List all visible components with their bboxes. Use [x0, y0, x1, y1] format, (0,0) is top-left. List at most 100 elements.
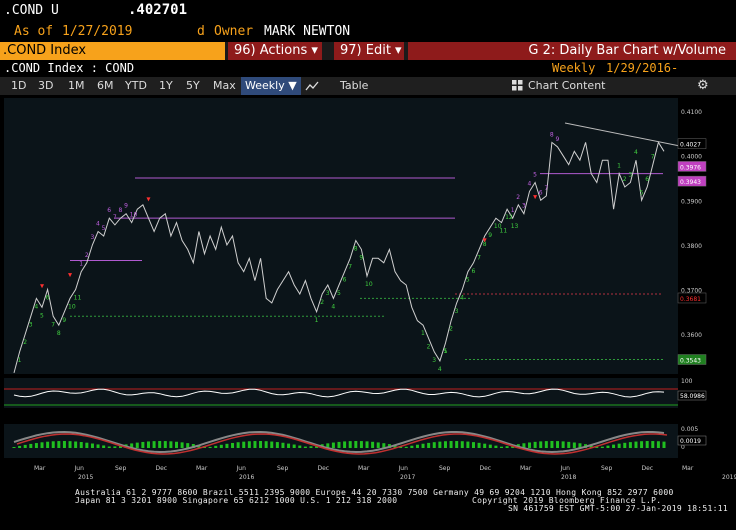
periodicity-label: Weekly: [552, 61, 596, 75]
osc2-bar: [303, 446, 307, 448]
range-6m-button[interactable]: 6M: [97, 77, 114, 95]
seq-count: 3: [326, 290, 330, 297]
x-year-label: 2015: [78, 474, 93, 481]
as-of-date[interactable]: 1/27/2019: [62, 24, 132, 39]
chart-content-button[interactable]: Chart Content: [528, 77, 605, 95]
x-tick-label: Dec: [156, 465, 168, 472]
seq-count: 12: [505, 214, 513, 221]
osc2-bar: [466, 441, 470, 448]
osc2-bar: [561, 441, 565, 448]
price-label: 0.3543: [680, 358, 701, 365]
seq-count: 10: [68, 303, 76, 310]
osc2-bar: [443, 441, 447, 448]
x-tick-label: Jun: [74, 465, 85, 472]
security-label: .COND Index : COND: [4, 61, 135, 75]
osc2-bar: [359, 441, 363, 448]
range-3d-button[interactable]: 3D: [38, 77, 53, 95]
seq-count: 3: [29, 321, 33, 328]
osc2-bar: [79, 442, 83, 448]
x-tick-label: Mar: [34, 465, 46, 472]
osc2-value: 0.0019: [680, 438, 701, 445]
osc2-bar: [152, 441, 156, 448]
seq-count: 2: [85, 252, 89, 259]
seq-count: 2: [427, 344, 431, 351]
osc2-bar: [242, 441, 246, 448]
osc2-bar: [281, 442, 285, 448]
seq-count: 4: [438, 366, 442, 373]
osc2-bar: [544, 441, 548, 448]
command-bar: .COND Index 96) Actions ▾ 97) Edit ▾ G 2…: [0, 42, 736, 60]
seq-count: 3: [432, 357, 436, 364]
period-select[interactable]: Weekly ▼: [241, 77, 301, 95]
seq-count: 8: [550, 131, 554, 138]
osc2-bar: [365, 441, 369, 448]
seq-count: 1: [511, 207, 515, 214]
range-5y-button[interactable]: 5Y: [186, 77, 200, 95]
owner-label: Owner: [214, 24, 254, 39]
chart-title: G 2: Daily Bar Chart w/Volume: [408, 42, 736, 60]
range-max-button[interactable]: Max: [213, 77, 236, 95]
y-tick-label: 0.3900: [681, 198, 702, 205]
osc2-bar: [539, 441, 543, 448]
edit-menu-button[interactable]: 97) Edit ▾: [334, 42, 404, 60]
osc2-bar: [455, 441, 459, 448]
seq-count: 7: [348, 263, 352, 270]
index-name-field[interactable]: .COND Index: [0, 42, 225, 60]
seq-count: 3: [628, 171, 632, 178]
osc2-bar: [40, 442, 44, 448]
range-ytd-button[interactable]: YTD: [125, 77, 147, 95]
x-tick-label: Dec: [642, 465, 654, 472]
range-1d-button[interactable]: 1D: [11, 77, 26, 95]
x-tick-label: Sep: [115, 465, 127, 472]
seq-count: 4: [634, 149, 638, 156]
osc2-bar: [488, 444, 492, 448]
x-tick-label: Dec: [318, 465, 330, 472]
osc2-bar: [214, 445, 218, 448]
osc2-bar: [471, 442, 475, 448]
osc2-bar: [102, 445, 106, 448]
range-1m-button[interactable]: 1M: [68, 77, 85, 95]
seq-count: 7: [651, 154, 655, 161]
grid-icon[interactable]: [512, 77, 523, 95]
seq-count: 7: [544, 185, 548, 192]
seq-count: 1: [617, 163, 621, 170]
osc2-bar: [298, 445, 302, 448]
seq-count: 3: [522, 203, 526, 210]
osc2-bar: [533, 441, 537, 448]
osc2-bar: [219, 444, 223, 448]
price-chart[interactable]: 1234567891011123456789101234567891012345…: [0, 96, 736, 530]
y-tick-label: 0.4000: [681, 154, 702, 161]
seq-count: 8: [354, 245, 358, 252]
seq-count: 1: [18, 357, 22, 364]
price-label: 0.3943: [680, 179, 701, 186]
seq-count: 6: [107, 207, 111, 214]
osc2-bar: [449, 441, 453, 448]
range-1y-button[interactable]: 1Y: [159, 77, 173, 95]
osc2-bar: [57, 441, 61, 448]
seq-count: 7: [51, 321, 55, 328]
osc2-bar: [18, 445, 22, 448]
seq-count: 7: [113, 214, 117, 221]
footer-session: SN 461759 EST GMT-5:00 27-Jan-2019 18:51…: [508, 504, 729, 513]
price-label: 0.3976: [680, 164, 701, 171]
gear-icon[interactable]: ⚙: [697, 77, 709, 95]
table-button[interactable]: Table: [340, 77, 368, 95]
osc2-bar: [376, 442, 380, 448]
seq-count: 4: [34, 303, 38, 310]
actions-menu-button[interactable]: 96) Actions ▾: [228, 42, 322, 60]
osc2-bar: [572, 442, 576, 448]
osc2-bar: [617, 443, 621, 448]
seq-count: 5: [466, 277, 470, 284]
owner-name: MARK NEWTON: [264, 24, 351, 39]
ticker-label: .COND U: [4, 3, 59, 18]
osc2-bar: [371, 441, 375, 448]
osc2-bar: [85, 442, 89, 448]
osc2-bar: [169, 441, 173, 448]
line-chart-icon[interactable]: [305, 77, 319, 95]
x-tick-label: Jun: [236, 465, 247, 472]
osc2-bar: [528, 442, 532, 448]
seq-count: 3: [90, 234, 94, 241]
osc2-bar: [505, 446, 509, 448]
osc2-bar: [51, 441, 55, 448]
price-label: 0.4027: [680, 142, 701, 149]
